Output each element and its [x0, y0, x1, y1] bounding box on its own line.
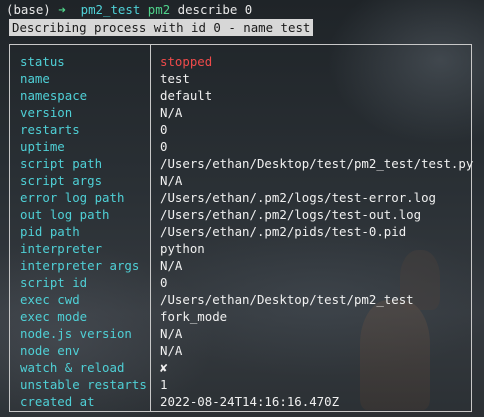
row-key: created at	[20, 394, 95, 409]
row-value: 0	[160, 139, 168, 154]
prompt-command: pm2	[147, 2, 171, 17]
row-key: pid path	[20, 224, 80, 239]
row-value: 0	[160, 275, 168, 290]
table-row: error log path/Users/ethan/.pm2/logs/tes…	[10, 189, 471, 206]
table-row: uptime 0	[10, 138, 471, 155]
row-value: test	[160, 71, 190, 86]
prompt-command-args: describe 0	[177, 2, 253, 17]
row-key: exec mode	[20, 309, 88, 324]
table-row: exec mode fork_mode	[10, 308, 471, 325]
row-key: uptime	[20, 139, 65, 154]
table-row: watch & reload ✘	[10, 359, 471, 376]
row-key: interpreter	[20, 241, 103, 256]
row-key: node env	[20, 343, 80, 358]
table-row: restarts 0	[10, 121, 471, 138]
row-value: python	[160, 241, 205, 256]
row-key: watch & reload	[20, 360, 125, 375]
row-value: 2022-08-24T14:16:16.470Z	[160, 394, 340, 409]
row-value: N/A	[160, 258, 183, 273]
table-row: interpreter python	[10, 240, 471, 257]
row-value: /Users/ethan/Desktop/test/pm2_test	[160, 292, 414, 307]
status-value: stopped	[160, 54, 213, 69]
prompt-arrow-icon: ➜	[58, 2, 66, 17]
row-key: namespace	[20, 88, 88, 103]
row-value: N/A	[160, 173, 183, 188]
prompt-env: (base)	[6, 2, 51, 17]
row-value: /Users/ethan/.pm2/logs/test-out.log	[160, 207, 422, 222]
shell-prompt-line: (base) ➜ pm2_test pm2 describe 0	[6, 1, 252, 18]
row-value: N/A	[160, 343, 183, 358]
table-rows: status stopped name test namespace default ver…	[10, 53, 474, 410]
table-row: exec cwd/Users/ethan/Desktop/test/pm2_te…	[10, 291, 471, 308]
row-key: status	[20, 54, 65, 69]
row-key: unstable restarts	[20, 377, 147, 392]
table-row: script args N/A	[10, 172, 471, 189]
table-row: namespace default	[10, 87, 471, 104]
row-value: 1	[160, 377, 168, 392]
row-value: 0	[160, 122, 168, 137]
row-value: /Users/ethan/.pm2/logs/test-error.log	[160, 190, 437, 205]
row-value: default	[160, 88, 213, 103]
table-row: node env N/A	[10, 342, 471, 359]
prompt-directory: pm2_test	[80, 2, 141, 17]
table-row: script id 0	[10, 274, 471, 291]
process-details-table: status stopped name test namespace default ver…	[9, 44, 474, 412]
table-row: name test	[10, 70, 471, 87]
row-key: script path	[20, 156, 103, 171]
row-key: node.js version	[20, 326, 132, 341]
row-key: error log path	[20, 190, 125, 205]
row-value: N/A	[160, 326, 183, 341]
table-row: version N/A	[10, 104, 471, 121]
table-row: out log path/Users/ethan/.pm2/logs/test-…	[10, 206, 471, 223]
row-value: /Users/ethan/.pm2/pids/test-0.pid	[160, 224, 407, 239]
row-key: script id	[20, 275, 88, 290]
table-row: interpreter args N/A	[10, 257, 471, 274]
row-key: interpreter args	[20, 258, 140, 273]
row-key: restarts	[20, 122, 80, 137]
table-row: script path/Users/ethan/Desktop/test/pm2…	[10, 155, 474, 172]
row-key: version	[20, 105, 73, 120]
table-row: pid path/Users/ethan/.pm2/pids/test-0.pi…	[10, 223, 471, 240]
row-key: exec cwd	[20, 292, 80, 307]
table-row: status stopped	[10, 53, 471, 70]
row-value: N/A	[160, 105, 183, 120]
row-value: fork_mode	[160, 309, 228, 324]
row-key: script args	[20, 173, 103, 188]
table-row: created at 2022-08-24T14:16:16.470Z	[10, 393, 471, 410]
row-value: ✘	[160, 360, 168, 375]
table-row: node.js version N/A	[10, 325, 471, 342]
table-row: unstable restarts 1	[10, 376, 471, 393]
row-key: name	[20, 71, 50, 86]
row-value: /Users/ethan/Desktop/test/pm2_test/test.…	[160, 156, 474, 171]
describe-banner: Describing process with id 0 - name test	[9, 19, 314, 36]
row-key: out log path	[20, 207, 110, 222]
